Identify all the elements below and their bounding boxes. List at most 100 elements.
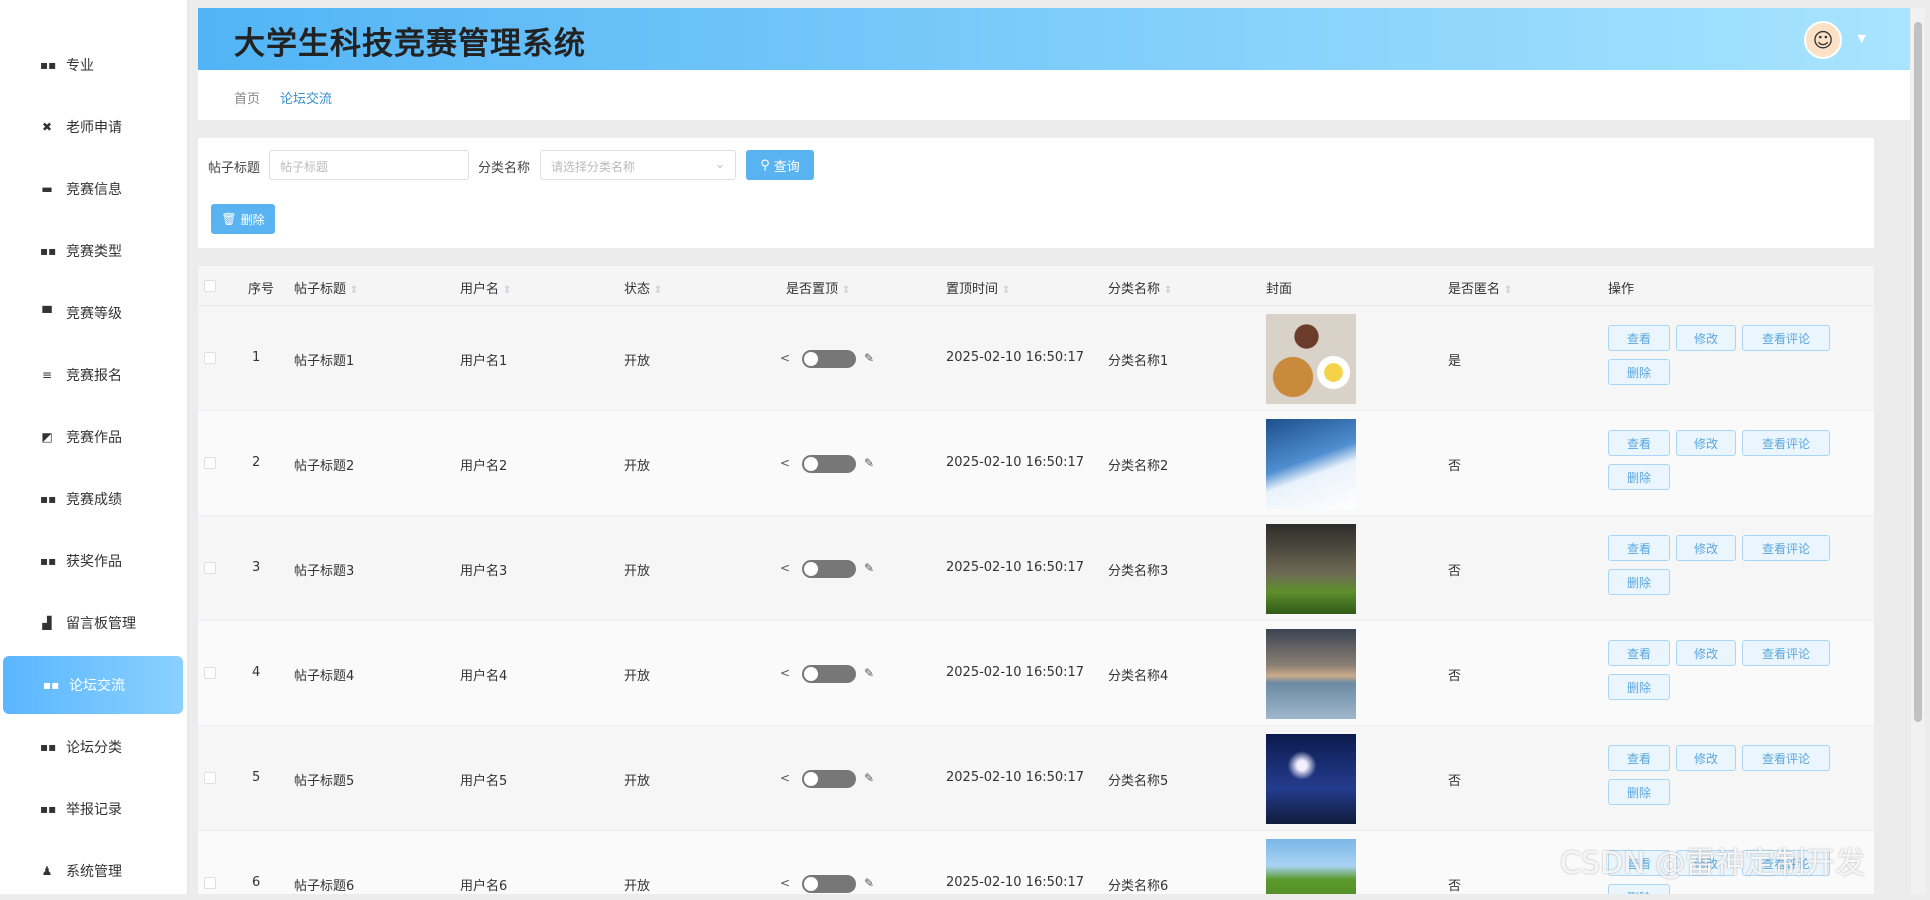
sidebar-item-0[interactable]: ▪▪ 专业 bbox=[0, 36, 188, 94]
edit-button[interactable]: 修改 bbox=[1676, 535, 1736, 561]
row-checkbox[interactable] bbox=[204, 457, 216, 469]
cell-pin-time: 2025-02-10 16:50:17 bbox=[946, 875, 1085, 890]
grid-icon: ▪▪ bbox=[40, 802, 57, 816]
view-comments-button[interactable]: 查看评论 bbox=[1742, 535, 1830, 561]
pinned-toggle[interactable]: < ✎ bbox=[780, 455, 880, 473]
cell-status: 开放 bbox=[624, 879, 651, 894]
pinned-toggle[interactable]: < ✎ bbox=[780, 770, 880, 788]
sidebar-item-11[interactable]: ▪▪ 论坛分类 bbox=[0, 718, 188, 776]
pen-icon: ✎ bbox=[864, 876, 875, 890]
delete-button[interactable]: 删除 bbox=[1608, 674, 1670, 700]
night-photo bbox=[1266, 734, 1356, 824]
sidebar-item-6[interactable]: ◩ 竞赛作品 bbox=[0, 408, 188, 466]
query-button[interactable]: ⚲ 查询 bbox=[746, 150, 814, 180]
sidebar-item-1[interactable]: ✖ 老师申请 bbox=[0, 98, 188, 156]
delete-button[interactable]: 删除 bbox=[1608, 359, 1670, 385]
delete-button[interactable]: 删除 bbox=[1608, 569, 1670, 595]
pinned-toggle[interactable]: < ✎ bbox=[780, 665, 880, 683]
header-actions: 操作 bbox=[1608, 282, 1635, 297]
avatar[interactable]: ☺ bbox=[1804, 21, 1842, 59]
scrollbar-thumb[interactable] bbox=[1914, 22, 1922, 722]
cross-icon: ✖ bbox=[41, 120, 53, 134]
sidebar-item-5[interactable]: ≡ 竞赛报名 bbox=[0, 346, 188, 404]
table-row: 5 帖子标题5 用户名5 开放 2025-02-10 16:50:17 分类名称5 否 < ✎ 查… bbox=[198, 726, 1874, 831]
view-button[interactable]: 查看 bbox=[1608, 325, 1670, 351]
view-button[interactable]: 查看 bbox=[1608, 535, 1670, 561]
cell-index: 6 bbox=[252, 875, 261, 890]
breadcrumb-home[interactable]: 首页 bbox=[234, 88, 260, 107]
sidebar-item-2[interactable]: ▬ 竞赛信息 bbox=[0, 160, 188, 218]
sidebar-item-3[interactable]: ▪▪ 竞赛类型 bbox=[0, 222, 188, 280]
row-checkbox[interactable] bbox=[204, 667, 216, 679]
pinned-toggle[interactable]: < ✎ bbox=[780, 560, 880, 578]
pen-icon: ✎ bbox=[864, 666, 875, 680]
sidebar-item-9[interactable]: ▟ 留言板管理 bbox=[0, 594, 188, 652]
category-select[interactable]: 请选择分类名称 ⌄ bbox=[540, 150, 736, 180]
view-button[interactable]: 查看 bbox=[1608, 430, 1670, 456]
header-pin-time[interactable]: 置顶时间 ⇕ bbox=[946, 278, 1010, 297]
header-pinned[interactable]: 是否置顶 ⇕ bbox=[786, 278, 850, 297]
edit-button[interactable]: 修改 bbox=[1676, 640, 1736, 666]
watermark: CSDN @雷神定制开发 bbox=[1560, 846, 1866, 881]
breadcrumb-current: 论坛交流 bbox=[280, 92, 333, 107]
sidebar-item-13[interactable]: ♟ 系统管理 bbox=[0, 842, 188, 900]
switch-track[interactable] bbox=[802, 875, 856, 893]
table-row: 1 帖子标题1 用户名1 开放 2025-02-10 16:50:17 分类名称1 是 < ✎ 查… bbox=[198, 306, 1874, 411]
row-checkbox[interactable] bbox=[204, 877, 216, 889]
edit-button[interactable]: 修改 bbox=[1676, 430, 1736, 456]
row-checkbox[interactable] bbox=[204, 352, 216, 364]
view-comments-button[interactable]: 查看评论 bbox=[1742, 325, 1830, 351]
edit-button[interactable]: 修改 bbox=[1676, 745, 1736, 771]
row-checkbox[interactable] bbox=[204, 562, 216, 574]
switch-track[interactable] bbox=[802, 560, 856, 578]
switch-track[interactable] bbox=[802, 770, 856, 788]
delete-button[interactable]: 删除 bbox=[1608, 884, 1670, 894]
sidebar-item-4[interactable]: ▀ 竞赛等级 bbox=[0, 284, 188, 342]
sidebar-item-12[interactable]: ▪▪ 举报记录 bbox=[0, 780, 188, 838]
user-icon: ♟ bbox=[41, 864, 53, 878]
switch-track[interactable] bbox=[802, 455, 856, 473]
table-row: 2 帖子标题2 用户名2 开放 2025-02-10 16:50:17 分类名称2 否 < ✎ 查… bbox=[198, 411, 1874, 516]
view-comments-button[interactable]: 查看评论 bbox=[1742, 430, 1830, 456]
switch-track[interactable] bbox=[802, 350, 856, 368]
switch-track[interactable] bbox=[802, 665, 856, 683]
sidebar-item-label: 竞赛信息 bbox=[66, 182, 122, 198]
cell-index: 4 bbox=[252, 665, 261, 680]
cell-category: 分类名称3 bbox=[1108, 564, 1169, 579]
row-checkbox[interactable] bbox=[204, 772, 216, 784]
view-button[interactable]: 查看 bbox=[1608, 745, 1670, 771]
header-title[interactable]: 帖子标题 ⇕ bbox=[294, 278, 358, 297]
cell-status: 开放 bbox=[624, 564, 651, 579]
page-scrollbar[interactable] bbox=[1911, 8, 1925, 894]
cell-status: 开放 bbox=[624, 774, 651, 789]
view-comments-button[interactable]: 查看评论 bbox=[1742, 640, 1830, 666]
batch-delete-button[interactable]: 🗑 删除 bbox=[211, 204, 275, 234]
header-anonymous[interactable]: 是否匿名 ⇕ bbox=[1448, 278, 1512, 297]
cell-category: 分类名称5 bbox=[1108, 774, 1169, 789]
sidebar-item-label: 系统管理 bbox=[66, 864, 122, 880]
title-search-input[interactable]: 帖子标题 bbox=[269, 150, 469, 180]
view-button[interactable]: 查看 bbox=[1608, 640, 1670, 666]
edit-button[interactable]: 修改 bbox=[1676, 325, 1736, 351]
sidebar-item-7[interactable]: ▪▪ 竞赛成绩 bbox=[0, 470, 188, 528]
cell-username: 用户名4 bbox=[460, 669, 508, 684]
pinned-toggle[interactable]: < ✎ bbox=[780, 350, 880, 368]
header-category[interactable]: 分类名称 ⇕ bbox=[1108, 278, 1172, 297]
grid-icon: ▪▪ bbox=[40, 244, 57, 258]
share-icon: < bbox=[780, 456, 791, 470]
cell-username: 用户名5 bbox=[460, 774, 508, 789]
header-status[interactable]: 状态 ⇕ bbox=[624, 278, 662, 297]
header-username[interactable]: 用户名 ⇕ bbox=[460, 278, 511, 297]
pinned-toggle[interactable]: < ✎ bbox=[780, 875, 880, 893]
delete-button[interactable]: 删除 bbox=[1608, 779, 1670, 805]
sidebar-item-label: 举报记录 bbox=[66, 802, 122, 818]
header-index: 序号 bbox=[248, 282, 275, 297]
cell-index: 2 bbox=[252, 455, 261, 470]
chevron-down-icon[interactable]: ▼ bbox=[1858, 32, 1866, 45]
sidebar-item-8[interactable]: ▪▪ 获奖作品 bbox=[0, 532, 188, 590]
query-button-label: 查询 bbox=[773, 159, 800, 175]
select-all-checkbox[interactable] bbox=[204, 280, 216, 292]
view-comments-button[interactable]: 查看评论 bbox=[1742, 745, 1830, 771]
sidebar-item-10[interactable]: ▪▪ 论坛交流 bbox=[3, 656, 183, 714]
delete-button[interactable]: 删除 bbox=[1608, 464, 1670, 490]
